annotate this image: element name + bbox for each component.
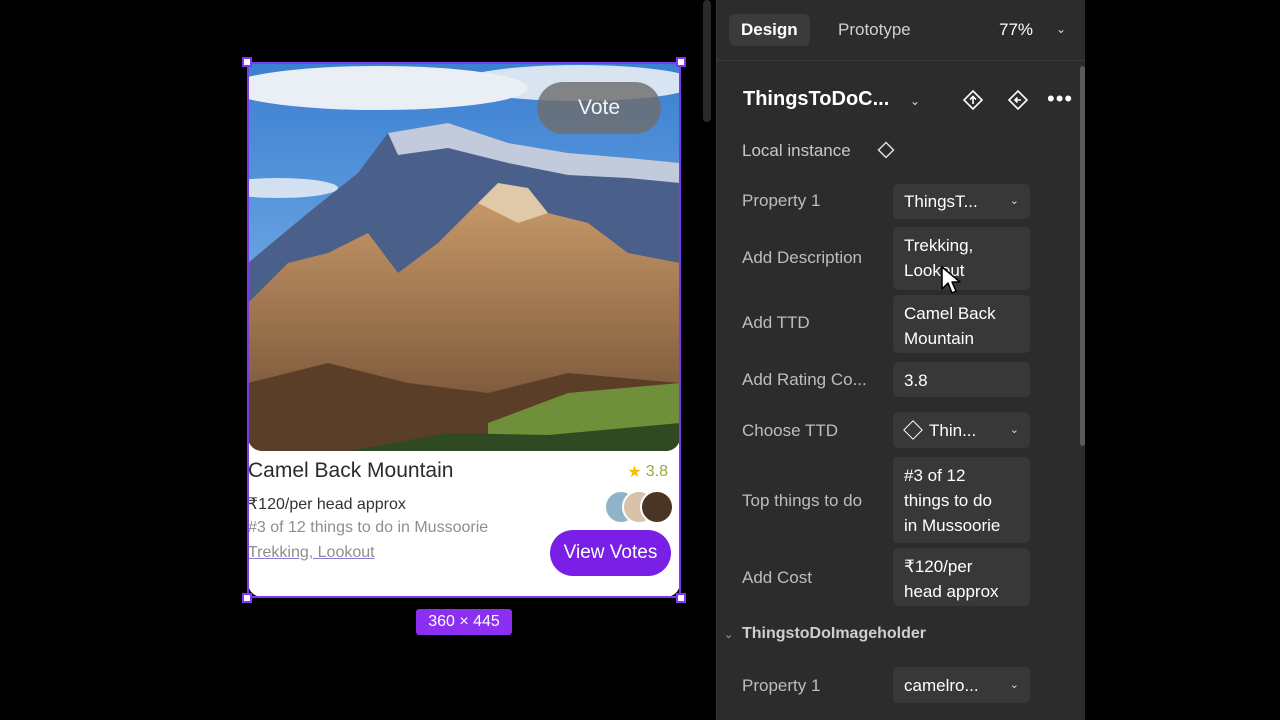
resize-handle-top-right[interactable]	[676, 57, 686, 67]
property-label: Property 1	[742, 676, 821, 695]
panel-scrollbar[interactable]	[1080, 66, 1085, 446]
rating-input[interactable]: 3.8	[893, 362, 1030, 397]
divider	[716, 60, 1085, 61]
more-options-icon[interactable]: •••	[1047, 86, 1073, 112]
top-things-input[interactable]: #3 of 12 things to do in Mussoorie	[893, 457, 1030, 543]
property-1-select[interactable]: ThingsT... ⌄	[893, 184, 1030, 219]
size-badge: 360 × 445	[416, 609, 512, 635]
input-value: 3.8	[904, 371, 928, 390]
component-diamond-icon	[877, 141, 895, 159]
zoom-level[interactable]: 77%	[999, 20, 1033, 40]
selection-frame	[247, 62, 681, 598]
reset-instance-icon[interactable]	[1007, 89, 1029, 111]
chevron-down-icon: ⌄	[1009, 195, 1019, 207]
local-instance-label: Local instance	[742, 141, 851, 160]
resize-handle-top-left[interactable]	[242, 57, 252, 67]
input-line: Camel Back	[904, 304, 996, 323]
mouse-cursor-icon	[941, 266, 961, 294]
chevron-down-icon[interactable]: ⌄	[1056, 22, 1066, 36]
select-value: Thin...	[929, 420, 977, 440]
choose-ttd-select[interactable]: Thin... ⌄	[893, 412, 1030, 448]
canvas-scrollbar[interactable]	[703, 0, 711, 122]
component-diamond-icon	[903, 420, 923, 440]
ttd-input[interactable]: Camel Back Mountain	[893, 295, 1030, 353]
select-value: ThingsT...	[904, 192, 978, 211]
property-label: Add Rating Co...	[742, 370, 867, 389]
chevron-down-icon: ⌄	[1009, 423, 1019, 436]
go-to-main-component-icon[interactable]	[962, 89, 984, 111]
image-property-select[interactable]: camelro... ⌄	[893, 667, 1030, 703]
property-label: Add TTD	[742, 313, 810, 332]
outer-background	[1085, 0, 1280, 720]
input-line: ₹120/per	[904, 557, 973, 576]
cost-input[interactable]: ₹120/per head approx	[893, 548, 1030, 606]
component-name[interactable]: ThingsToDoC...	[743, 88, 889, 111]
resize-handle-bottom-left[interactable]	[242, 593, 252, 603]
chevron-down-icon[interactable]: ⌄	[724, 628, 733, 641]
property-label: Add Description	[742, 248, 863, 267]
input-line: head approx	[904, 582, 999, 601]
section-title[interactable]: ThingstoDoImageholder	[742, 625, 926, 643]
property-label: Add Cost	[742, 568, 812, 587]
chevron-down-icon[interactable]: ⌄	[910, 94, 920, 108]
input-line: Mountain	[904, 329, 974, 348]
property-label: Top things to do	[742, 491, 863, 510]
chevron-down-icon: ⌄	[1009, 678, 1019, 691]
select-value: camelro...	[904, 675, 979, 695]
tab-design[interactable]: Design	[729, 14, 810, 46]
input-line: #3 of 12	[904, 466, 966, 485]
property-label: Property 1	[742, 191, 821, 210]
tab-prototype[interactable]: Prototype	[826, 14, 923, 46]
input-line: things to do	[904, 491, 992, 510]
input-line: Trekking,	[904, 236, 974, 255]
input-line: in Mussoorie	[904, 516, 1001, 535]
property-label: Choose TTD	[742, 421, 839, 440]
resize-handle-bottom-right[interactable]	[676, 593, 686, 603]
